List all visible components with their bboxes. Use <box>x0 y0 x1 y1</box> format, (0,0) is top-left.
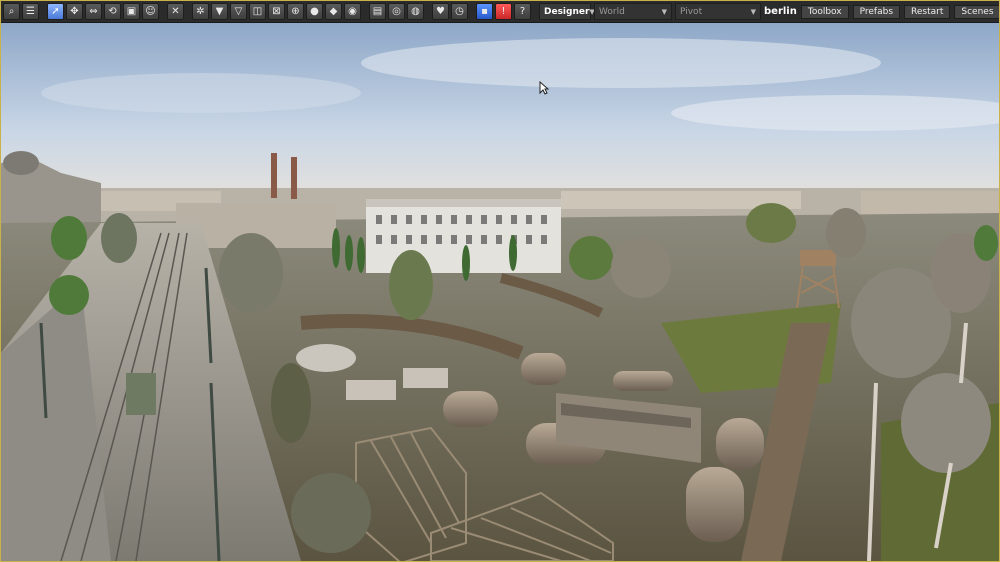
scenes-button[interactable]: Scenes <box>954 4 999 19</box>
mode-dropdown-value: Designer <box>544 6 590 17</box>
face-tool-icon[interactable]: ☺ <box>142 3 159 20</box>
chevron-down-icon: ▼ <box>750 7 756 16</box>
heart-icon[interactable]: ♥ <box>432 3 449 20</box>
pivot-dropdown-value: Pivot <box>680 6 703 17</box>
transform-icon[interactable]: ⊠ <box>268 3 285 20</box>
editor-toolbar: ⌕ ☰ ➚ ✥ ⇔ ⟲ ▣ ☺ ✕ ✲ ▼ ▽ ◫ ⊠ ⊕ ● ◆ ◉ ▤ ◎ … <box>1 1 999 23</box>
document-icon[interactable]: ▤ <box>369 3 386 20</box>
target-icon[interactable]: ⊕ <box>287 3 304 20</box>
frame-tool-icon[interactable]: ▣ <box>123 3 140 20</box>
editor-window: ⌕ ☰ ➚ ✥ ⇔ ⟲ ▣ ☺ ✕ ✲ ▼ ▽ ◫ ⊠ ⊕ ● ◆ ◉ ▤ ◎ … <box>0 0 1000 562</box>
scene-viewport[interactable] <box>1 23 999 561</box>
scale-tool-icon[interactable]: ⇔ <box>85 3 102 20</box>
space-dropdown[interactable]: World ▼ <box>594 3 672 20</box>
warning-glyph: ! <box>501 5 506 17</box>
pivot-dropdown[interactable]: Pivot ▼ <box>675 3 761 20</box>
storage-tank <box>686 467 744 542</box>
grid-icon[interactable]: ◫ <box>249 3 266 20</box>
mode-dropdown[interactable]: Designer ▼ <box>539 3 595 20</box>
space-dropdown-value: World <box>599 6 625 17</box>
storage-tank <box>443 391 498 427</box>
chimney <box>291 157 297 199</box>
terrain-flatten-icon[interactable]: ▽ <box>230 3 247 20</box>
help-glyph: ? <box>519 5 526 17</box>
close-tool-icon[interactable]: ✕ <box>167 3 184 20</box>
terrain-down-icon[interactable]: ▼ <box>211 3 228 20</box>
chimney <box>271 153 277 198</box>
storage-tank <box>521 353 566 385</box>
eye-icon[interactable]: ◍ <box>407 3 424 20</box>
toolbox-button[interactable]: Toolbox <box>800 4 849 19</box>
warning-icon[interactable]: ! <box>495 3 512 20</box>
snap-icon[interactable]: ✲ <box>192 3 209 20</box>
diamond-icon[interactable]: ◆ <box>325 3 342 20</box>
rotate-tool-icon[interactable]: ⟲ <box>104 3 121 20</box>
timer-icon[interactable]: ◷ <box>451 3 468 20</box>
help-icon[interactable]: ? <box>514 3 531 20</box>
prefabs-button[interactable]: Prefabs <box>852 4 901 19</box>
menu-icon[interactable]: ☰ <box>22 3 39 20</box>
save-icon[interactable]: ▪ <box>476 3 493 20</box>
mouse-cursor-icon <box>539 81 549 95</box>
tram <box>126 373 156 415</box>
filter-icon[interactable]: ◉ <box>344 3 361 20</box>
level-name: berlin <box>764 6 797 17</box>
restart-button[interactable]: Restart <box>904 4 951 19</box>
search-icon[interactable]: ⌕ <box>3 3 20 20</box>
scene-render <box>1 23 999 561</box>
storage-tank <box>716 418 764 470</box>
move-tool-icon[interactable]: ✥ <box>66 3 83 20</box>
select-tool-icon[interactable]: ➚ <box>47 3 64 20</box>
visibility-icon[interactable]: ◎ <box>388 3 405 20</box>
paint-icon[interactable]: ● <box>306 3 323 20</box>
chevron-down-icon: ▼ <box>661 7 667 16</box>
